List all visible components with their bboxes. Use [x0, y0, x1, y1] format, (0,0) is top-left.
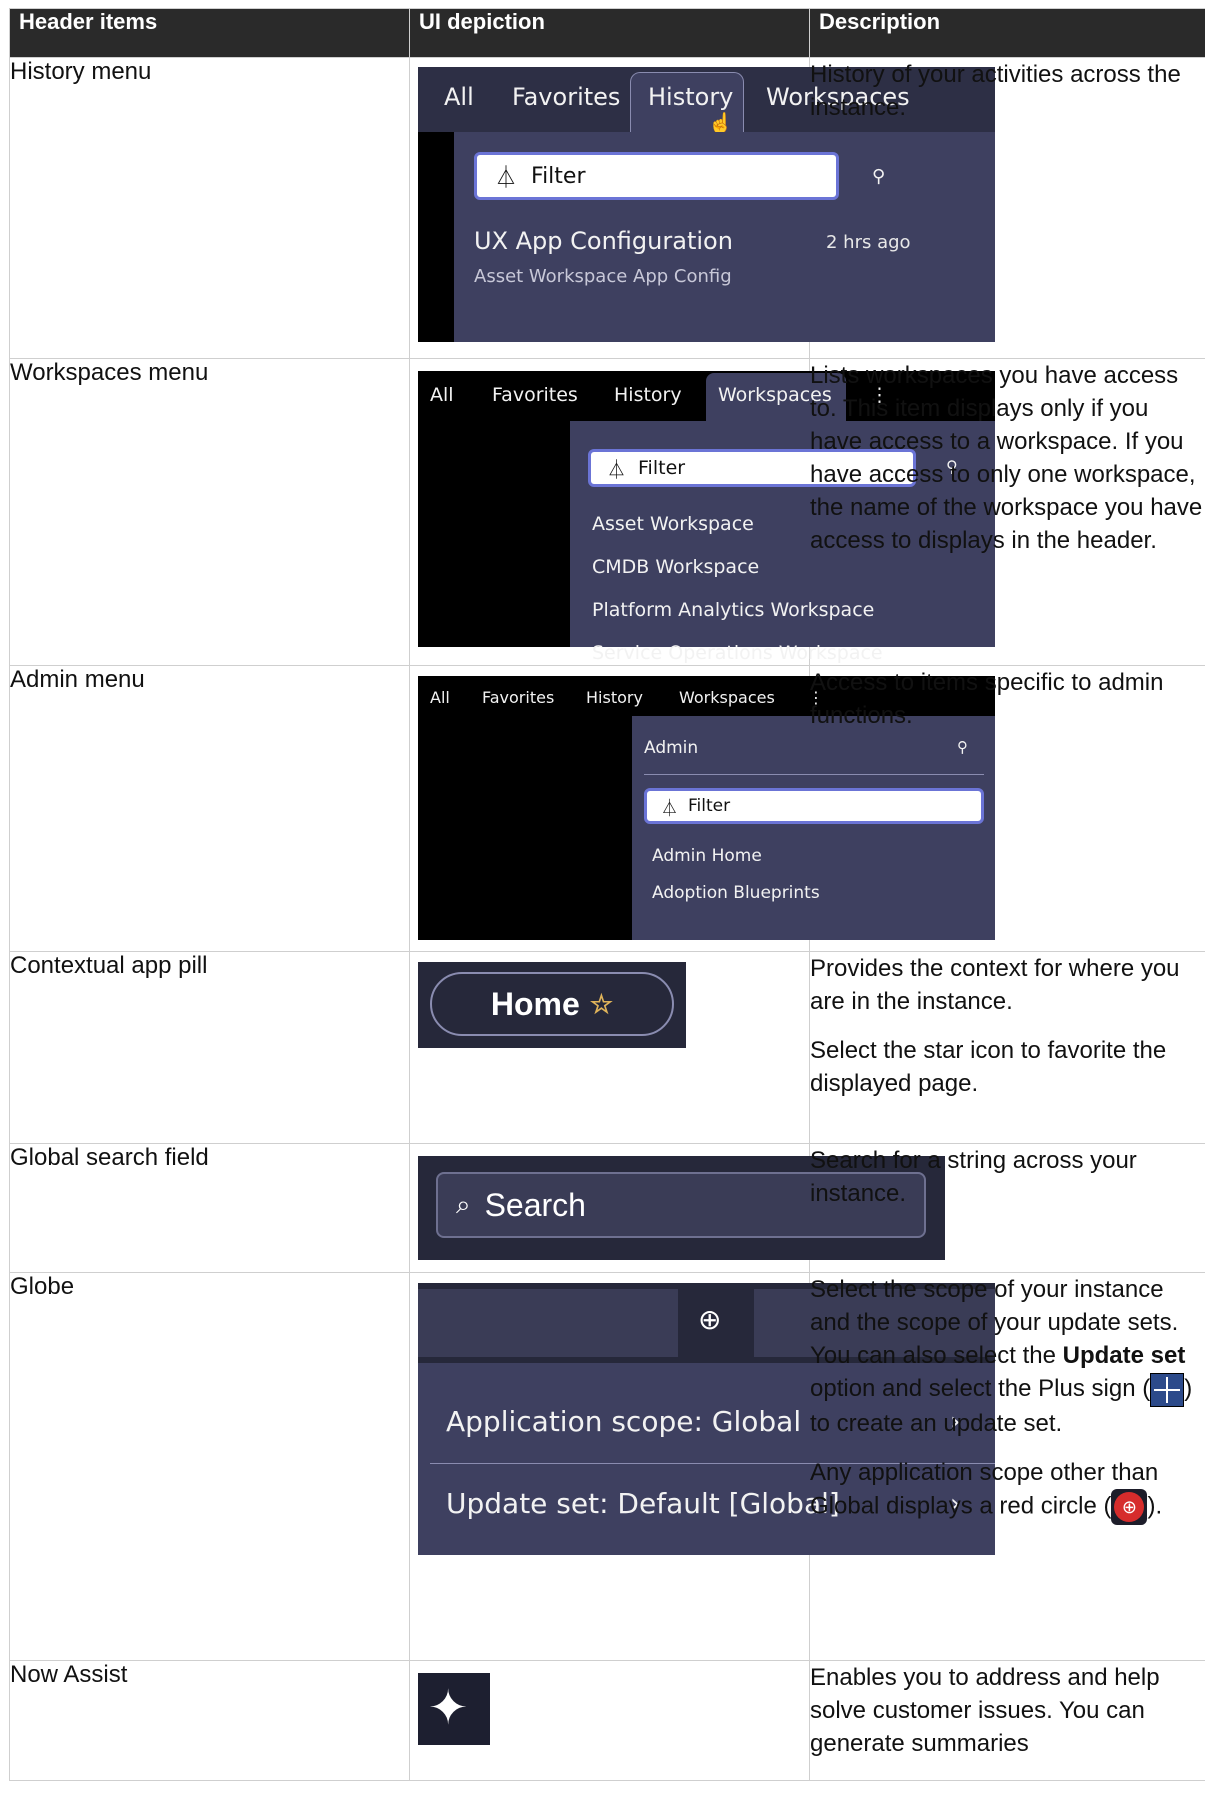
description-cell: History of your activities across the in…: [809, 57, 1205, 359]
description-cell: Enables you to address and help solve cu…: [809, 1660, 1205, 1781]
search-icon: ⌕: [456, 1189, 471, 1219]
description-text: Access to items specific to admin functi…: [810, 669, 1164, 729]
star-icon[interactable]: ☆: [590, 989, 613, 1020]
history-item-subtitle: Asset Workspace App Config: [474, 266, 732, 287]
column-header: Header items: [9, 8, 410, 58]
item-name: Contextual app pill: [9, 951, 410, 1144]
filter-icon: ⏃: [607, 458, 627, 481]
application-scope-item[interactable]: Application scope: Global: [446, 1405, 801, 1438]
ui-depiction-cell: All Favorites History Workspaces ☝ ⏃ Fil…: [409, 57, 995, 359]
item-name: Global search field: [9, 1143, 410, 1273]
left-strip: [418, 132, 454, 342]
update-set-item[interactable]: Update set: Default [Global]: [446, 1487, 840, 1520]
item-name: Globe: [9, 1272, 410, 1661]
workspace-item[interactable]: CMDB Workspace: [592, 556, 759, 578]
sparkle-icon[interactable]: ✦: [428, 1683, 468, 1735]
table-row: Admin menu All Favorites History Workspa…: [9, 665, 1205, 952]
description-text: Select the star icon to favorite the dis…: [810, 1037, 1167, 1097]
column-header: Description: [809, 8, 1205, 58]
tab-favorites: Favorites: [492, 384, 578, 406]
tab-workspaces: Workspaces: [679, 688, 775, 707]
plus-icon: [1150, 1372, 1185, 1407]
table-row: Globe ⊕ Application scope: Global › Upda…: [9, 1272, 1205, 1661]
filter-icon: ⏃: [495, 166, 518, 191]
globe-icon[interactable]: ⊕: [698, 1303, 721, 1336]
admin-menu-item[interactable]: Adoption Blueprints: [652, 883, 820, 903]
app-pill-label: Home: [490, 985, 580, 1022]
description-cell: Select the scope of your instance and th…: [809, 1272, 1205, 1661]
admin-menu-item[interactable]: Admin Home: [652, 846, 762, 866]
tab-all: All: [430, 384, 454, 406]
red-circle-globe-icon: ⊕: [1111, 1488, 1148, 1525]
workspace-item[interactable]: Asset Workspace: [592, 513, 754, 535]
description-cell: Lists workspaces you have access to. Thi…: [809, 358, 1205, 666]
tab-history: History: [586, 688, 643, 707]
description-text: Search for a string across your instance…: [810, 1147, 1137, 1207]
description-text: Provides the context for where you are i…: [810, 955, 1180, 1015]
item-name: History menu: [9, 57, 410, 359]
filter-icon: ⏃: [661, 798, 678, 819]
description-cell: Provides the context for where you are i…: [809, 951, 1205, 1144]
tab-history: History: [648, 83, 734, 111]
description-text: Any application scope other than Global …: [810, 1456, 1205, 1525]
filter-input[interactable]: ⏃ Filter: [474, 152, 839, 200]
table-row: Global search field ⌕ Search Search for …: [9, 1143, 1205, 1273]
history-item-title[interactable]: UX App Configuration: [474, 227, 733, 255]
description-text: Select the scope of your instance and th…: [810, 1276, 1193, 1437]
column-header: UI depiction: [409, 8, 810, 58]
item-name: Now Assist: [9, 1660, 410, 1781]
table-header-row: Header items UI depiction Description: [9, 8, 1205, 58]
description-cell: Search for a string across your instance…: [809, 1143, 1205, 1273]
tab-favorites: Favorites: [482, 688, 555, 707]
tab-all: All: [430, 688, 450, 707]
tab-all: All: [444, 83, 474, 111]
ui-depiction-cell: All Favorites History Workspaces ⋮ Admin…: [409, 665, 995, 952]
app-pill-screenshot: Home ☆: [418, 962, 686, 1048]
header-items-table: Header items UI depiction Description Hi…: [9, 8, 1205, 1781]
app-pill[interactable]: Home ☆: [430, 972, 674, 1036]
ui-depiction-cell: Home ☆: [409, 951, 810, 1144]
ui-depiction-cell: All Favorites History Workspaces ⋮ ⏃ Fil…: [409, 358, 995, 666]
tab-favorites: Favorites: [512, 83, 621, 111]
ui-depiction-cell: ✦: [409, 1660, 810, 1781]
admin-menu-title: Admin: [644, 738, 699, 758]
item-name: Workspaces menu: [9, 358, 410, 666]
table-row: Contextual app pill Home ☆ Provides the …: [9, 951, 1205, 1144]
update-set-bold: Update set: [1062, 1342, 1186, 1369]
now-assist-screenshot: ✦: [418, 1673, 490, 1745]
table-row: Now Assist ✦ Enables you to address and …: [9, 1660, 1205, 1781]
header-field-left: [418, 1289, 678, 1357]
description-text: History of your activities across the in…: [810, 61, 1181, 121]
description-text: Enables you to address and help solve cu…: [810, 1664, 1160, 1757]
ui-depiction-cell: ⊕ Application scope: Global › Update set…: [409, 1272, 995, 1661]
item-name: Admin menu: [9, 665, 410, 952]
description-cell: Access to items specific to admin functi…: [809, 665, 1205, 952]
table-row: History menu All Favorites History Works…: [9, 57, 1205, 359]
tab-history: History: [614, 384, 682, 406]
description-text: Lists workspaces you have access to. Thi…: [810, 362, 1203, 554]
ui-depiction-cell: ⌕ Search: [409, 1143, 945, 1273]
table-row: Workspaces menu All Favorites History Wo…: [9, 358, 1205, 666]
